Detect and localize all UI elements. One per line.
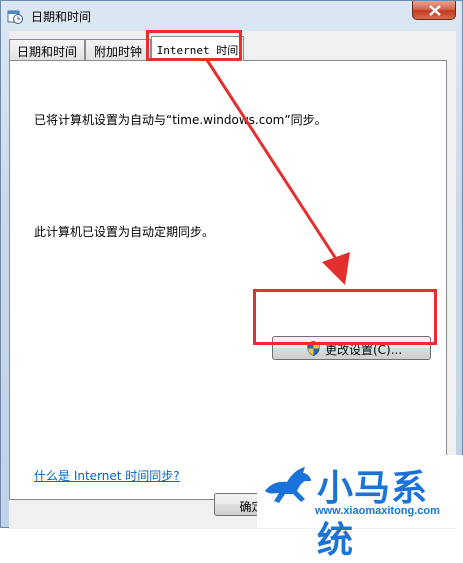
close-button[interactable]: [412, 1, 456, 20]
sync-server-text: 已将计算机设置为自动与“time.windows.com”同步。: [34, 113, 327, 127]
watermark: 小马系统 www.xiaomaxitong.com: [257, 455, 463, 561]
tab-panel-internet-time: 已将计算机设置为自动与“time.windows.com”同步。 此计算机已设置…: [9, 60, 447, 500]
horse-logo-icon: [261, 461, 315, 510]
tab-date-time[interactable]: 日期和时间: [9, 39, 85, 60]
close-icon: [429, 5, 441, 16]
watermark-url: www.xiaomaxitong.com: [315, 505, 440, 517]
internet-time-help-link[interactable]: 什么是 Internet 时间同步?: [34, 467, 180, 484]
window-title: 日期和时间: [31, 10, 92, 24]
auto-sync-text: 此计算机已设置为自动定期同步。: [34, 225, 215, 239]
window-frame: 日期和时间 日期和时间 附加时钟 Internet 时间 已将计算机设置为自动与…: [0, 0, 463, 529]
date-time-icon: [7, 8, 23, 24]
tab-highlight-box: [146, 30, 242, 61]
title-bar: 日期和时间: [1, 1, 463, 31]
tab-additional-clocks[interactable]: 附加时钟: [85, 39, 151, 60]
button-highlight-box: [253, 289, 437, 345]
